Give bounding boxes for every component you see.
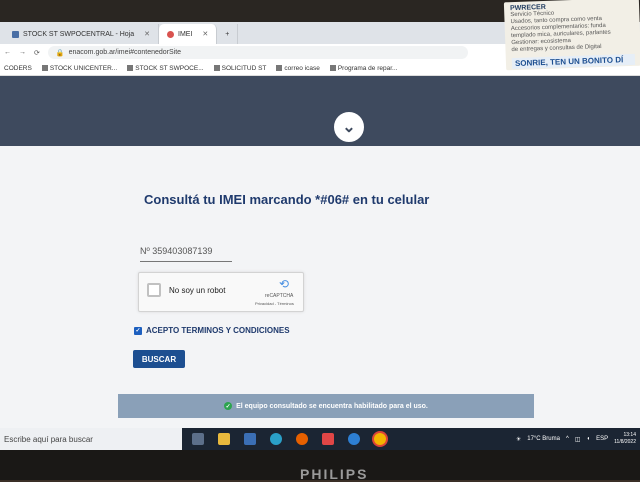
- terms-label[interactable]: ACEPTO TERMINOS Y CONDICIONES: [146, 326, 290, 335]
- url-text: enacom.gob.ar/imei#contenedorSite: [68, 49, 182, 56]
- chevron-down-icon[interactable]: ⌄: [332, 110, 366, 144]
- terms-checkbox[interactable]: ✓: [134, 326, 142, 335]
- recaptcha-icon: ⟲: [278, 277, 290, 291]
- captcha-brand: reCAPTCHA: [265, 293, 294, 299]
- chrome-icon[interactable]: [374, 433, 386, 445]
- site-icon: [167, 30, 174, 38]
- lock-icon: 🔒: [55, 49, 65, 57]
- page-content: ⌄ Consultá tu IMEI marcando *#06# en tu …: [0, 76, 640, 428]
- system-tray: ☀ 17°C Bruma ^ ◫ ◖ ESP 13:14 11/8/2022: [516, 432, 640, 446]
- bookmark-item[interactable]: Programa de repar...: [329, 64, 397, 72]
- taskbar: Escribe aquí para buscar ☀ 17°C Bruma ^ …: [0, 428, 640, 450]
- weather-text[interactable]: 17°C Bruma: [527, 436, 560, 442]
- alert-text: El equipo consultado se encuentra habili…: [236, 402, 428, 410]
- bookmark-item[interactable]: CODERS: [4, 65, 32, 72]
- chevron-up-icon[interactable]: ^: [566, 436, 569, 442]
- imei-input[interactable]: Nº 359403087139: [140, 246, 232, 262]
- bookmark-item[interactable]: SOLICITUD ST: [213, 64, 266, 72]
- bookmark-icon: [329, 64, 336, 71]
- file-explorer-icon[interactable]: [218, 433, 230, 445]
- sheets-icon: [12, 30, 19, 38]
- url-input[interactable]: 🔒 enacom.gob.ar/imei#contenedorSite: [47, 46, 468, 59]
- back-icon[interactable]: ←: [4, 49, 11, 56]
- bookmark-item[interactable]: STOCK ST SWPOCE...: [127, 64, 204, 72]
- weather-icon[interactable]: ☀: [516, 436, 521, 443]
- tab-stock-sheet[interactable]: STOCK ST SWPOCENTRAL - Hoja ✕: [4, 24, 159, 44]
- clock-time: 13:14: [623, 432, 636, 438]
- check-circle-icon: ✓: [224, 402, 233, 410]
- clock[interactable]: 13:14 11/8/2022: [614, 432, 636, 446]
- bookmark-icon: [127, 64, 134, 71]
- clock-date: 11/8/2022: [614, 439, 636, 445]
- status-alert: ✓ El equipo consultado se encuentra habi…: [118, 394, 534, 418]
- task-view-icon[interactable]: [192, 433, 204, 445]
- sticker-note: PWRECER Servicio Técnico Usados, tanto c…: [503, 0, 640, 71]
- firefox-icon[interactable]: [296, 433, 308, 445]
- terms-row[interactable]: ✓ ACEPTO TERMINOS Y CONDICIONES: [134, 326, 290, 335]
- search-button[interactable]: BUSCAR: [133, 350, 185, 368]
- bookmark-icon: [276, 64, 283, 71]
- network-icon[interactable]: ◫: [575, 436, 581, 443]
- calculator-icon[interactable]: [244, 433, 256, 445]
- app-icon[interactable]: [348, 433, 360, 445]
- tab-label: IMEI: [178, 30, 193, 38]
- captcha-label: No soy un robot: [169, 286, 226, 295]
- captcha-checkbox[interactable]: [147, 283, 161, 297]
- language-indicator[interactable]: ESP: [596, 436, 608, 442]
- recaptcha-widget: No soy un robot ⟲ reCAPTCHA Privacidad -…: [138, 272, 304, 312]
- store-icon[interactable]: [322, 433, 334, 445]
- close-icon[interactable]: ✕: [202, 30, 208, 38]
- taskbar-search[interactable]: Escribe aquí para buscar: [0, 428, 182, 450]
- taskbar-search-text: Escribe aquí para buscar: [4, 434, 93, 444]
- bookmark-icon: [41, 64, 48, 71]
- bookmark-item[interactable]: correo icase: [276, 64, 320, 72]
- taskbar-apps: [192, 433, 386, 445]
- hero-banner: [0, 76, 640, 146]
- new-tab-button[interactable]: +: [217, 24, 239, 44]
- volume-icon[interactable]: ◖: [586, 436, 590, 442]
- edge-icon[interactable]: [270, 433, 282, 445]
- tab-label: STOCK ST SWPOCENTRAL - Hoja: [23, 30, 135, 38]
- bookmark-icon: [213, 64, 220, 71]
- bookmark-item[interactable]: STOCK UNICENTER...: [41, 64, 117, 72]
- close-icon[interactable]: ✕: [144, 30, 150, 38]
- reload-icon[interactable]: ⟳: [34, 49, 40, 57]
- forward-icon[interactable]: →: [19, 49, 26, 56]
- monitor-bezel-bottom: PHILIPS: [0, 450, 640, 482]
- page-title: Consultá tu IMEI marcando *#06# en tu ce…: [144, 192, 430, 207]
- captcha-links[interactable]: Privacidad - Términos: [255, 301, 294, 306]
- tab-imei[interactable]: IMEI ✕: [159, 24, 218, 44]
